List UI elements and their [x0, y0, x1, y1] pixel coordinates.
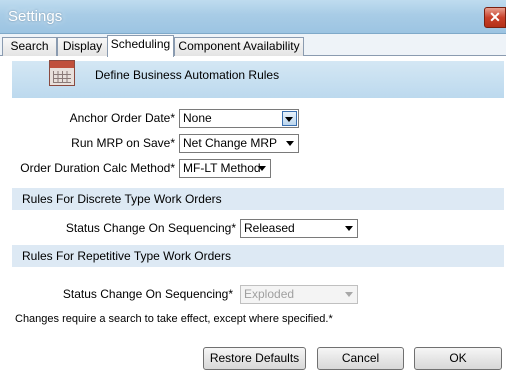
- restore-defaults-button[interactable]: Restore Defaults: [203, 347, 306, 370]
- order-duration-calc-label: Order Duration Calc Method*: [20, 161, 175, 175]
- cancel-button[interactable]: Cancel: [317, 347, 404, 370]
- tab-search[interactable]: Search: [2, 37, 57, 56]
- order-duration-calc-value: MF-LT Method: [183, 161, 261, 175]
- close-button[interactable]: ✕: [484, 7, 506, 28]
- repetitive-section-title: Rules For Repetitive Type Work Orders: [22, 249, 231, 263]
- discrete-section-title: Rules For Discrete Type Work Orders: [22, 192, 222, 206]
- tab-display-label: Display: [62, 39, 103, 53]
- discrete-status-select[interactable]: Released: [240, 219, 358, 238]
- restore-defaults-label: Restore Defaults: [209, 351, 300, 365]
- calendar-icon: [49, 60, 75, 86]
- settings-note: Changes require a search to take effect,…: [15, 313, 333, 325]
- chevron-down-icon: [285, 117, 293, 122]
- tab-display[interactable]: Display: [57, 37, 108, 56]
- discrete-status-value: Released: [244, 221, 295, 235]
- title-bar: Settings ✕: [0, 0, 506, 34]
- chevron-down-icon: [286, 141, 294, 146]
- chevron-down-icon: [345, 292, 353, 297]
- discrete-status-label: Status Change On Sequencing*: [65, 221, 236, 235]
- tab-scheduling-label: Scheduling: [110, 37, 171, 51]
- repetitive-section-header: Rules For Repetitive Type Work Orders: [12, 245, 504, 267]
- repetitive-status-label: Status Change On Sequencing*: [62, 287, 233, 301]
- repetitive-status-value: Exploded: [244, 287, 295, 301]
- tab-component-availability-label: Component Availability: [178, 39, 300, 53]
- ok-label: OK: [449, 351, 467, 365]
- ok-button[interactable]: OK: [414, 347, 502, 370]
- dropdown-button[interactable]: [282, 111, 297, 126]
- chevron-down-icon: [258, 166, 266, 171]
- repetitive-status-select[interactable]: Exploded: [240, 285, 358, 304]
- chevron-down-icon: [345, 226, 353, 231]
- tab-scheduling[interactable]: Scheduling: [107, 35, 174, 57]
- page-title: Define Business Automation Rules: [95, 68, 280, 82]
- anchor-order-date-label: Anchor Order Date*: [69, 111, 175, 125]
- anchor-order-date-select[interactable]: None: [179, 109, 299, 128]
- order-duration-calc-select[interactable]: MF-LT Method: [179, 159, 271, 178]
- run-mrp-on-save-label: Run MRP on Save*: [71, 136, 175, 150]
- tab-strip: Search Display Scheduling Component Avai…: [0, 34, 506, 57]
- window-title: Settings: [8, 8, 63, 25]
- close-icon: ✕: [489, 9, 501, 25]
- run-mrp-on-save-value: Net Change MRP: [183, 136, 278, 150]
- discrete-section-header: Rules For Discrete Type Work Orders: [12, 188, 504, 210]
- tab-component-availability[interactable]: Component Availability: [174, 37, 304, 56]
- cancel-label: Cancel: [341, 351, 380, 365]
- anchor-order-date-value: None: [183, 111, 212, 125]
- run-mrp-on-save-select[interactable]: Net Change MRP: [179, 134, 299, 153]
- tab-search-label: Search: [10, 39, 49, 53]
